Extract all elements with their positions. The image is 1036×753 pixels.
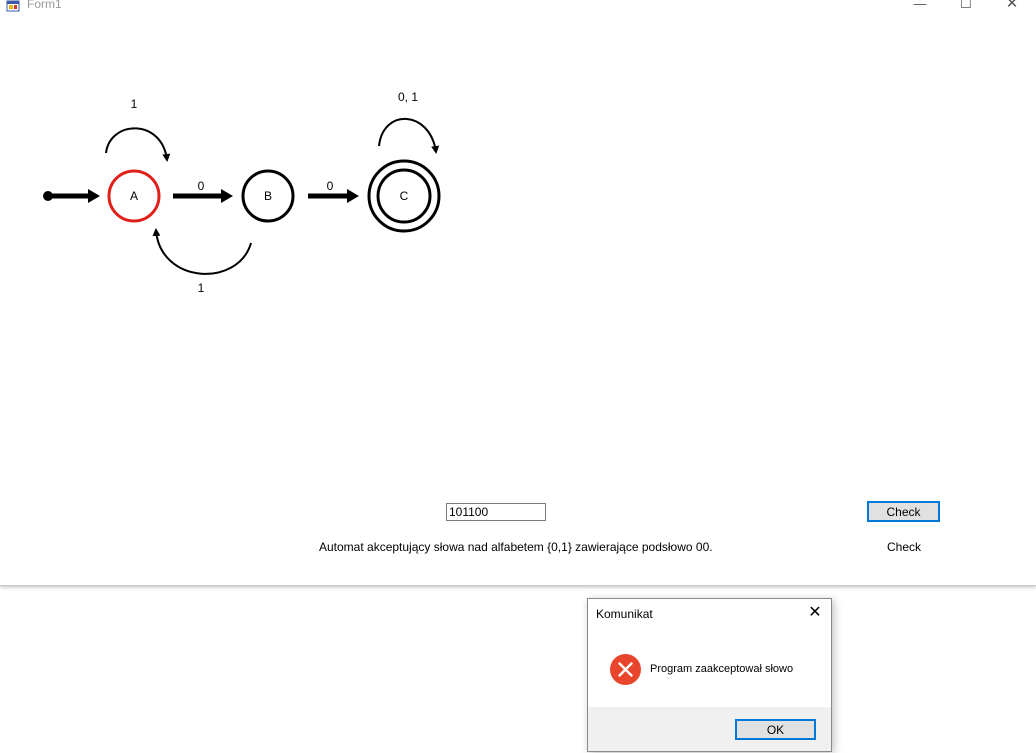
- transition-b-a-label: 1: [198, 281, 205, 295]
- transition-a-b-arrowhead: [221, 189, 233, 203]
- minimize-button[interactable]: —: [897, 0, 943, 14]
- ok-button[interactable]: OK: [735, 719, 816, 740]
- transition-a-b-label: 0: [198, 179, 205, 193]
- start-arrowhead: [88, 189, 100, 203]
- transition-b-a-arrow: [152, 228, 252, 275]
- check-button[interactable]: Check: [867, 501, 940, 522]
- word-input[interactable]: [446, 503, 546, 521]
- check-result-label: Check: [887, 540, 922, 554]
- maximize-button[interactable]: ☐: [943, 0, 989, 14]
- description-label: Automat akceptujący słowa nad alfabetem …: [319, 540, 713, 554]
- dialog-footer: OK: [588, 707, 831, 751]
- transition-c-self-label: 0, 1: [398, 90, 418, 104]
- transition-c-self-loop: [378, 118, 440, 154]
- state-c-label: C: [400, 189, 409, 203]
- transition-b-c-arrowhead: [347, 189, 359, 203]
- error-icon: [610, 654, 641, 685]
- close-button[interactable]: ✕: [989, 0, 1035, 14]
- automaton-diagram: A B C 0 0 1 1 0, 1: [43, 90, 441, 295]
- transition-b-c-label: 0: [327, 179, 334, 193]
- dialog-close-button[interactable]: ✕: [805, 603, 825, 623]
- transition-a-self-label: 1: [131, 97, 138, 111]
- dialog-title: Komunikat: [596, 607, 653, 621]
- dialog-message: Program zaakceptował słowo: [650, 663, 794, 675]
- main-window: Form1 — ☐ ✕ A B C 0 0 1 1 0, 1 101100 Ch…: [0, 0, 1036, 586]
- state-a-label: A: [130, 189, 138, 203]
- message-dialog: Komunikat ✕ Program zaakceptował słowo O…: [587, 598, 832, 752]
- error-cross-icon: [618, 662, 633, 677]
- state-b-label: B: [264, 189, 272, 203]
- transition-a-self-loop: [105, 127, 171, 162]
